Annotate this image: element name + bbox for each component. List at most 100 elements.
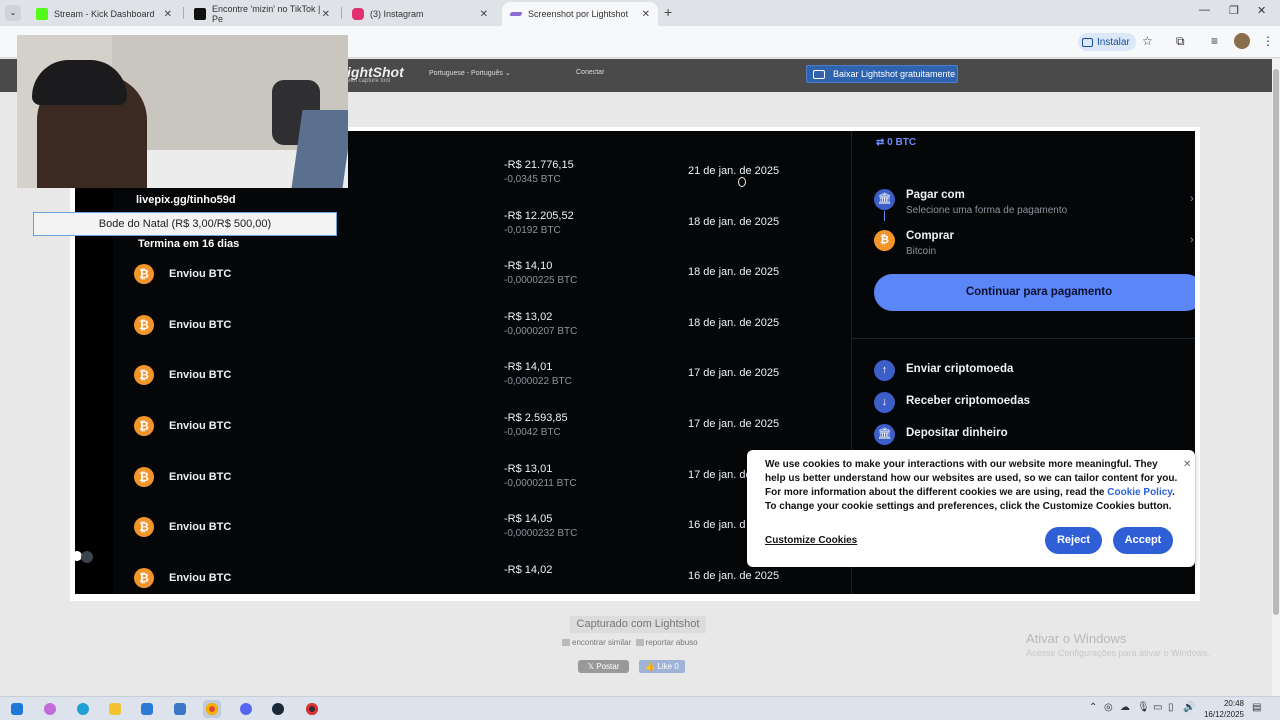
taskbar-discord[interactable]	[237, 700, 255, 718]
transaction-label: Enviou BTC	[169, 268, 232, 281]
taskbar-app[interactable]	[171, 700, 189, 718]
folder-icon	[109, 703, 121, 715]
volume-icon[interactable]: 🔊	[1183, 702, 1195, 713]
post-label: Postar	[596, 662, 620, 671]
taskbar-steam[interactable]	[269, 700, 287, 718]
activate-windows-subtitle: Acesse Configurações para ativar o Windo…	[1026, 648, 1211, 658]
transaction-label: Enviou BTC	[169, 420, 232, 432]
taskbar-edge[interactable]	[74, 700, 92, 718]
continue-payment-button[interactable]: Continuar para pagamento	[874, 274, 1195, 311]
microphone-icon[interactable]: 🎙	[1137, 702, 1150, 713]
send-crypto-action[interactable]: ↑ Enviar criptomoeda	[874, 360, 1174, 381]
scrollbar-thumb[interactable]	[1273, 69, 1279, 615]
transaction-btc: -0,0000207 BTC	[504, 325, 578, 337]
start-button[interactable]	[8, 700, 26, 718]
close-icon[interactable]: ✕	[480, 9, 488, 20]
page-scrollbar[interactable]	[1272, 59, 1280, 696]
edge-icon	[77, 703, 89, 715]
tab-kick[interactable]: Stream - Kick Dashboard ✕	[28, 2, 180, 26]
transaction-label: Enviou BTC	[169, 369, 232, 382]
notification-icon[interactable]: ▤	[1252, 702, 1261, 713]
tray-cloud-icon[interactable]: ☁	[1120, 702, 1130, 713]
windows-icon	[11, 703, 23, 715]
transaction-row[interactable]: ₿ Enviou BTC -R$ 2.593,85 -0,0042 BTC 17 de …	[113, 401, 851, 451]
browser-tab-bar: ⌄ Stream - Kick Dashboard ✕ Encontre 'mi…	[0, 0, 1280, 26]
taskbar-explorer[interactable]	[106, 700, 124, 718]
more-menu-icon[interactable]: ⋮	[1262, 34, 1274, 48]
deposit-money-action[interactable]: 🏛 Depositar dinheiro	[874, 424, 1174, 445]
report-abuse-link[interactable]: reportar abuso	[646, 638, 698, 647]
close-icon[interactable]: ✕	[164, 9, 172, 20]
transaction-row[interactable]: ₿ Enviou BTC -R$ 14,05 -0,0000232 BTC 16 de …	[113, 502, 851, 552]
transaction-row[interactable]: ₿ Enviou BTC -R$ 13,02 -0,0000207 BTC 18 de …	[113, 300, 851, 350]
language-label: Portuguese - Português	[429, 70, 503, 77]
find-similar-link[interactable]: encontrar similar	[572, 638, 631, 647]
system-clock[interactable]: 20:48 16/12/2025	[1200, 697, 1244, 720]
action-label: Depositar dinheiro	[906, 427, 1008, 439]
arrow-down-icon: ↓	[874, 392, 895, 413]
transaction-date: 16 de jan. de 2025	[688, 569, 780, 582]
customize-cookies-link[interactable]: Customize Cookies	[765, 535, 857, 546]
bookmark-star-icon[interactable]: ☆	[1142, 34, 1153, 48]
store-icon	[141, 703, 153, 715]
similar-icon	[562, 639, 570, 647]
taskbar-store[interactable]	[138, 700, 156, 718]
cookie-policy-link[interactable]: Cookie Policy	[1107, 487, 1172, 498]
close-icon[interactable]: ✕	[322, 9, 330, 20]
receive-crypto-action[interactable]: ↓ Receber criptomoedas	[874, 392, 1174, 413]
x-post-button[interactable]: 𝕏 Postar	[578, 660, 629, 673]
tray-app-icon[interactable]: ◎	[1104, 702, 1113, 713]
taskbar-chrome[interactable]	[203, 700, 221, 718]
tray-chevron-icon[interactable]: ⌃	[1089, 702, 1097, 713]
transaction-amount: -R$ 13,02	[504, 310, 553, 323]
connect-link[interactable]: Conectar	[576, 69, 604, 76]
reading-list-icon[interactable]: ≡	[1211, 34, 1218, 48]
language-select[interactable]: Portuguese - Português ⌄	[429, 69, 511, 77]
bitcoin-icon: ₿	[134, 517, 154, 538]
pay-with-step[interactable]: 🏛 Pagar com Selecione uma forma de pagam…	[874, 189, 1174, 219]
webcam-overlay	[17, 35, 348, 188]
kick-icon	[36, 8, 48, 20]
transaction-row[interactable]: ₿ Enviou BTC -R$ 14,02 16 de jan. de 2025	[113, 553, 851, 594]
minimize-button[interactable]: —	[1199, 4, 1210, 16]
instagram-icon	[352, 8, 364, 20]
tab-search-button[interactable]: ⌄	[5, 5, 21, 21]
transaction-row[interactable]: ₿ Enviou BTC -R$ 14,01 -0,000022 BTC 17 de j…	[113, 350, 851, 400]
new-tab-button[interactable]: +	[664, 4, 672, 20]
tab-instagram[interactable]: (3) Instagram ✕	[344, 2, 496, 26]
reject-button[interactable]: Reject	[1045, 527, 1102, 554]
close-icon[interactable]: ✕	[642, 9, 650, 20]
transaction-label: Enviou BTC	[169, 470, 232, 483]
webcam-cap	[32, 60, 127, 105]
restore-button[interactable]: ❐	[1229, 4, 1239, 17]
tray-display-icon[interactable]: ▭	[1153, 702, 1162, 713]
tab-tiktok[interactable]: Encontre 'mizin' no TikTok | Pe ✕	[186, 2, 338, 26]
tab-lightshot[interactable]: Screenshot por Lightshot ✕	[502, 2, 658, 26]
install-app-button[interactable]: Instalar	[1078, 33, 1136, 51]
transaction-btc: -0,000022 BTC	[504, 376, 572, 388]
network-icon[interactable]: ▯	[1168, 702, 1174, 713]
bitcoin-icon: ₿	[134, 466, 154, 487]
transaction-row[interactable]: ₿ Enviou BTC -R$ 13,01 -0,0000211 BTC 17 de …	[113, 452, 851, 502]
transaction-date: 21 de jan. de 2025	[688, 165, 780, 177]
transaction-row[interactable]: ₿ Enviou BTC -R$ 14,10 -0,0000225 BTC 18 de …	[113, 249, 851, 299]
taskbar-obs[interactable]	[303, 700, 321, 718]
profile-avatar[interactable]	[1234, 33, 1250, 49]
accept-button[interactable]: Accept	[1113, 527, 1173, 554]
panel-divider	[852, 338, 1195, 339]
arrow-up-icon: ↑	[874, 360, 895, 381]
action-label: Enviar criptomoeda	[906, 363, 1014, 375]
close-icon[interactable]: ✕	[1183, 459, 1191, 470]
extensions-icon[interactable]: ⧉	[1176, 34, 1185, 49]
transaction-btc: -0,0345 BTC	[504, 174, 561, 185]
transaction-amount: -R$ 12.205,52	[504, 209, 574, 222]
obs-icon	[306, 703, 318, 715]
taskbar-copilot[interactable]	[41, 700, 59, 718]
download-lightshot-button[interactable]: Baixar Lightshot gratuitamente	[806, 65, 958, 83]
close-window-button[interactable]: ✕	[1257, 4, 1266, 17]
buy-step[interactable]: ₿ Comprar Bitcoin	[874, 230, 1174, 260]
copilot-icon	[44, 703, 56, 715]
donation-goal-bar: Bode do Natal (R$ 3,00/R$ 500,00)	[33, 212, 337, 236]
discord-icon	[240, 703, 252, 715]
facebook-like-button[interactable]: 👍 Like 0	[639, 660, 685, 673]
